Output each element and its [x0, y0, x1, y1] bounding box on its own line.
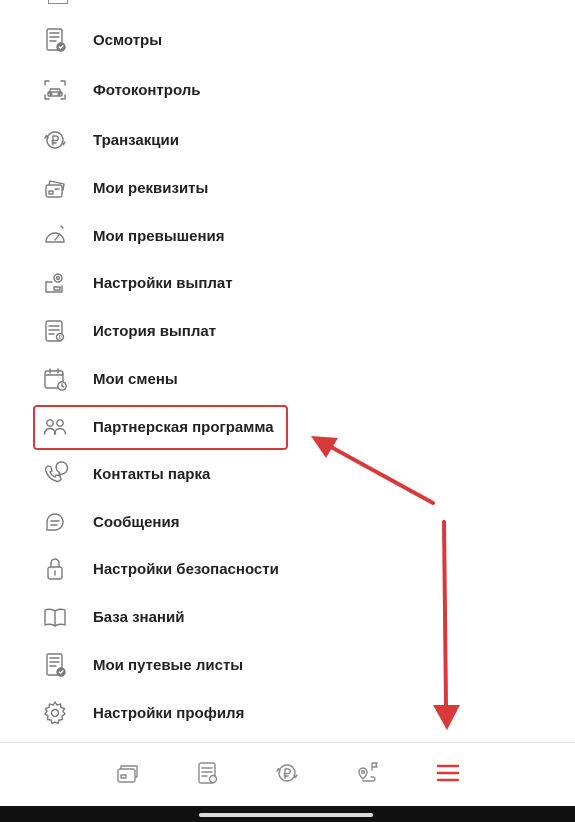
menu-item-label: Мои смены	[93, 370, 178, 388]
menu-item-messages[interactable]: Сообщения	[40, 502, 520, 542]
menu-item-label: Контакты парка	[93, 465, 211, 483]
gear-icon	[40, 698, 70, 728]
bottom-navigation	[0, 742, 575, 806]
waybill-icon	[40, 650, 70, 680]
ruble-transfer-icon	[40, 125, 70, 155]
nav-cards[interactable]	[112, 759, 144, 791]
calendar-clock-icon	[40, 364, 70, 394]
menu-item-profile-settings[interactable]: Настройки профиля	[40, 693, 520, 733]
nav-route[interactable]	[352, 759, 384, 791]
route-map-icon	[354, 759, 382, 792]
menu-item-speeding[interactable]: Мои превышения	[40, 216, 520, 256]
menu-item-waybills[interactable]: Мои путевые листы	[40, 645, 520, 685]
menu-item-partner-program[interactable]: Партнерская программа	[40, 407, 520, 447]
car-camera-frame-icon	[40, 75, 70, 105]
menu-item-label: Транзакции	[93, 131, 179, 149]
phone-chat-icon	[40, 459, 70, 489]
ruble-transfer-icon	[273, 759, 301, 792]
cards-wallet-icon	[114, 759, 142, 792]
menu-item-label: История выплат	[93, 322, 217, 340]
message-bubble-icon	[40, 507, 70, 537]
menu-item-photo-control[interactable]: Фотоконтроль	[40, 70, 520, 110]
menu-item-shifts[interactable]: Мои смены	[40, 359, 520, 399]
menu-item-inspections[interactable]: Осмотры	[40, 20, 520, 60]
menu-item-knowledge-base[interactable]: База знаний	[40, 597, 520, 637]
payout-settings-icon	[40, 268, 70, 298]
partners-icon	[40, 412, 70, 442]
lock-icon	[40, 554, 70, 584]
partial-icon-top	[48, 0, 68, 4]
checklist-document-icon	[40, 25, 70, 55]
menu-item-transactions[interactable]: Транзакции	[40, 120, 520, 160]
nav-history[interactable]	[192, 759, 224, 791]
payout-history-icon: ₽	[40, 316, 70, 346]
menu-item-requisites[interactable]: Мои реквизиты	[40, 168, 520, 208]
menu-item-label: Сообщения	[93, 513, 180, 531]
menu-item-label: Осмотры	[93, 31, 163, 49]
menu-item-label: Настройки выплат	[93, 274, 233, 292]
menu-item-label: Мои реквизиты	[93, 179, 209, 197]
system-navigation-bar	[0, 806, 575, 822]
nav-menu[interactable]	[432, 759, 464, 791]
payout-history-icon	[194, 759, 222, 792]
menu-item-label: База знаний	[93, 608, 185, 626]
menu-item-label: Настройки безопасности	[93, 560, 279, 578]
open-book-icon	[40, 602, 70, 632]
menu-item-label: Партнерская программа	[93, 418, 274, 436]
menu-item-security-settings[interactable]: Настройки безопасности	[40, 549, 520, 589]
menu-item-label: Настройки профиля	[93, 704, 245, 722]
nav-transactions[interactable]	[271, 759, 303, 791]
menu-item-payout-history[interactable]: ₽ История выплат	[40, 311, 520, 351]
home-indicator[interactable]	[199, 813, 373, 817]
menu-item-label: Мои превышения	[93, 227, 225, 245]
menu-item-label: Фотоконтроль	[93, 81, 201, 99]
menu-item-label: Мои путевые листы	[93, 656, 244, 674]
speedometer-icon	[40, 221, 70, 251]
menu-item-park-contacts[interactable]: Контакты парка	[40, 454, 520, 494]
cards-wallet-icon	[40, 173, 70, 203]
menu-item-payout-settings[interactable]: Настройки выплат	[40, 263, 520, 303]
hamburger-menu-icon	[434, 759, 462, 792]
